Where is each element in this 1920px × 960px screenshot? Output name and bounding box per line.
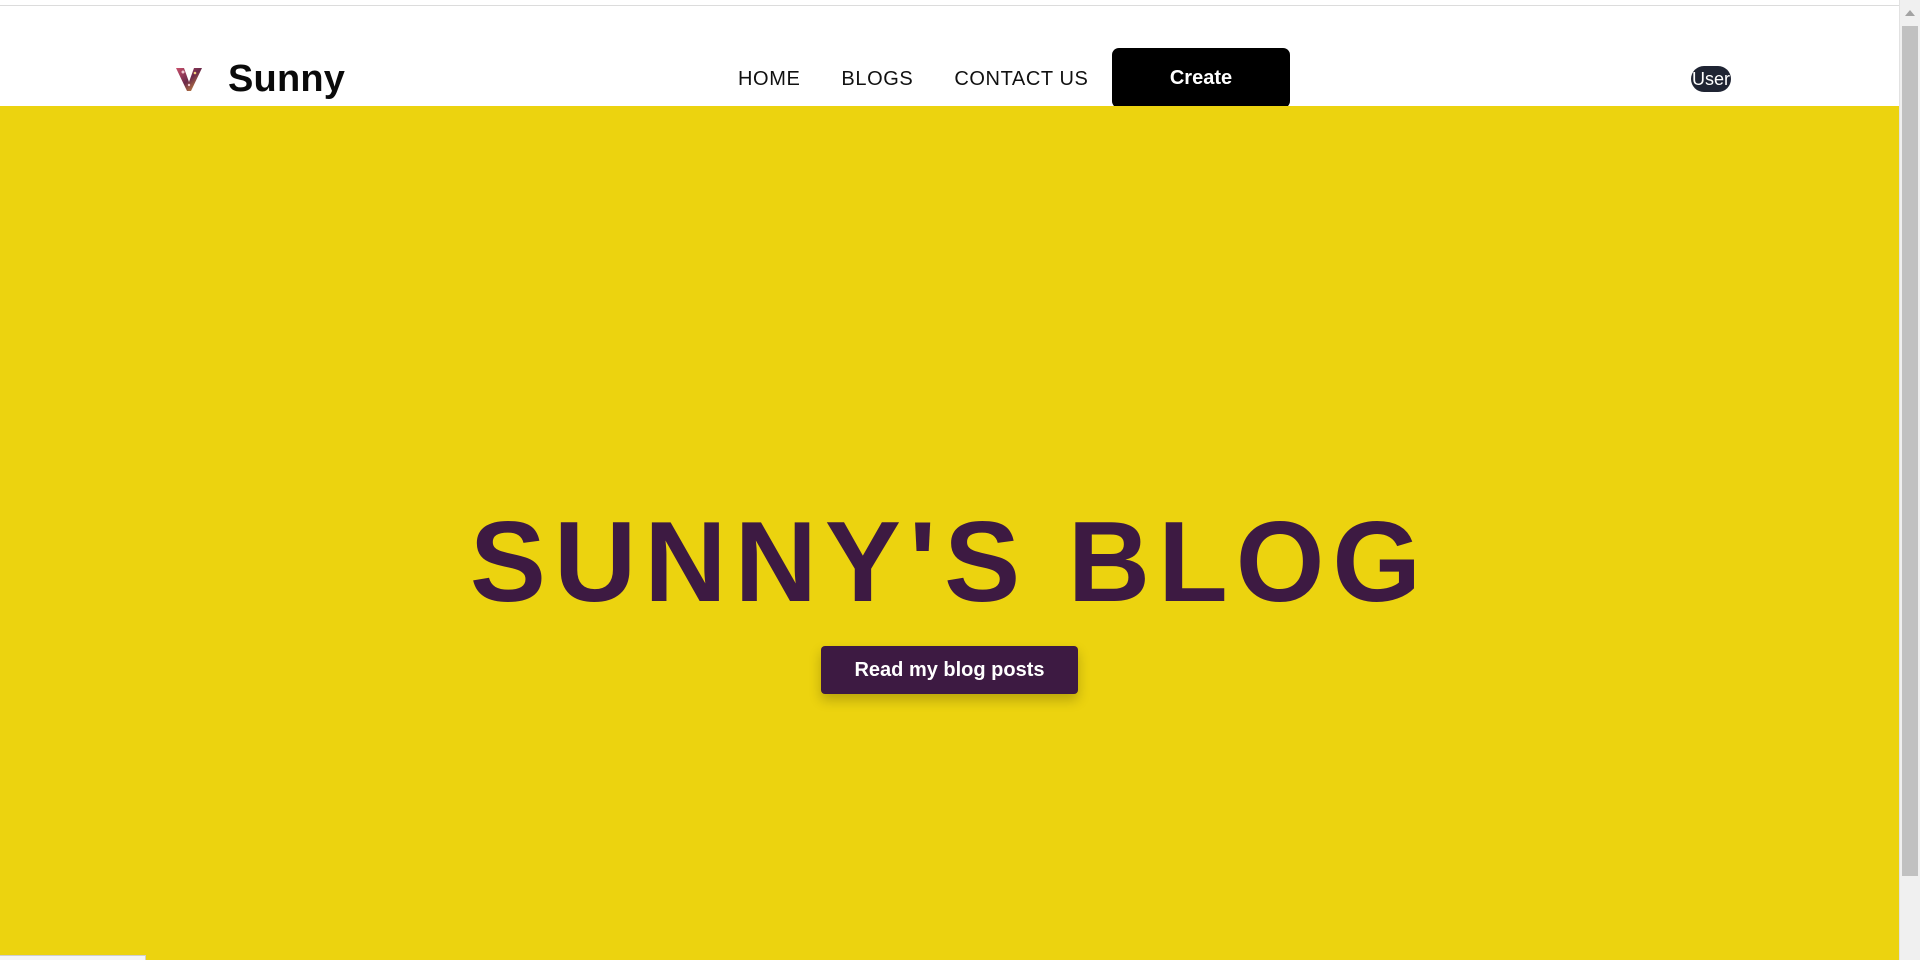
nav-link-contact-us[interactable]: CONTACT US (954, 68, 1088, 91)
v-logo-icon (172, 62, 206, 96)
navbar: Sunny HOME BLOGS CONTACT US Create User (0, 6, 1899, 108)
brand-name: Sunny (228, 57, 346, 100)
nav-link-blogs[interactable]: BLOGS (841, 68, 913, 91)
user-button[interactable]: User (1691, 66, 1731, 92)
hero-title: SUNNY'S BLOG (469, 499, 1430, 626)
page: Sunny HOME BLOGS CONTACT US Create User … (0, 0, 1920, 960)
scroll-up-arrow-icon[interactable] (1905, 10, 1915, 16)
hero-section: SUNNY'S BLOG Read my blog posts (0, 106, 1899, 960)
brand[interactable]: Sunny (172, 54, 345, 104)
main-nav: HOME BLOGS CONTACT US (738, 59, 1088, 99)
scrollbar-thumb[interactable] (1902, 26, 1918, 876)
nav-link-home[interactable]: HOME (738, 68, 800, 91)
read-blog-posts-button[interactable]: Read my blog posts (821, 646, 1078, 694)
vertical-scrollbar[interactable] (1899, 0, 1920, 960)
create-button[interactable]: Create (1112, 48, 1290, 108)
status-bar-fragment (0, 955, 146, 960)
